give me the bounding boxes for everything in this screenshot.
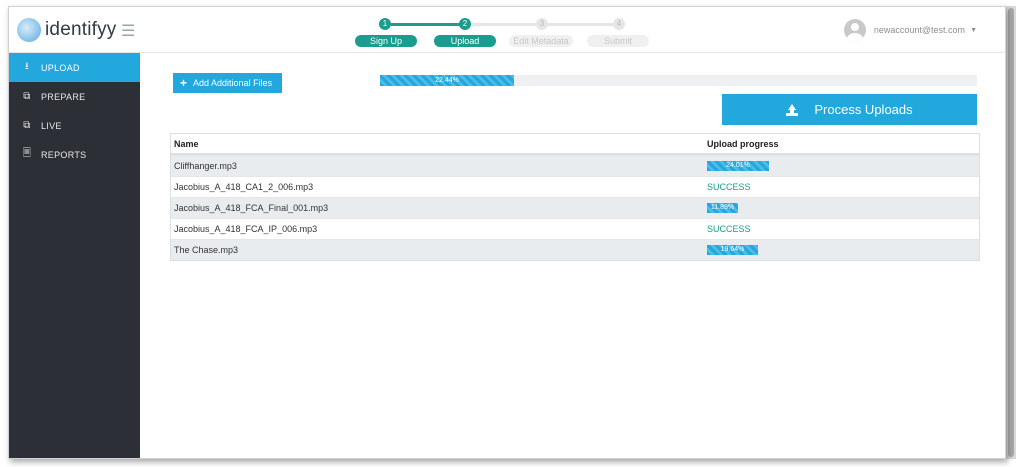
table-row[interactable]: Jacobius_A_418_FCA_IP_006.mp3 SUCCESS	[171, 218, 979, 239]
step-label: Upload	[434, 35, 496, 47]
file-progress: 19.64%	[705, 245, 979, 255]
upload-icon: ⭳	[25, 61, 29, 72]
logo-text: identifyy	[45, 19, 117, 40]
file-progress-fill: 19.64%	[707, 245, 758, 255]
file-progress: SUCCESS	[705, 224, 979, 234]
step-label: Edit Metadata	[509, 35, 573, 47]
file-progress-fill: 11.89%	[707, 203, 738, 213]
step-label: Submit	[587, 35, 649, 47]
add-additional-files-button[interactable]: + Add Additional Files	[173, 73, 282, 93]
copy-icon: ⧉	[23, 120, 31, 131]
step-connector-done	[391, 23, 465, 26]
sidebar-item-reports[interactable]: 🗏 REPORTS	[9, 140, 140, 169]
step-number: 1	[379, 18, 391, 30]
file-progress: 11.89%	[705, 203, 979, 213]
upload-status: SUCCESS	[707, 182, 751, 192]
table-row[interactable]: Cliffhanger.mp3 24.01%	[171, 155, 979, 176]
menu-toggle-icon[interactable]: ☰	[121, 21, 135, 41]
upload-icon	[786, 103, 798, 116]
table-header: Name Upload progress	[171, 134, 979, 155]
step-label: Sign Up	[355, 35, 417, 47]
table-row[interactable]: Jacobius_A_418_FCA_Final_001.mp3 11.89%	[171, 197, 979, 218]
page-scrollbar[interactable]	[1006, 6, 1016, 459]
table-row[interactable]: Jacobius_A_418_CA1_2_006.mp3 SUCCESS	[171, 176, 979, 197]
logo-mark-icon	[17, 18, 41, 42]
overall-progress-bar: 22.44%	[380, 75, 977, 86]
step-number: 2	[459, 18, 471, 30]
file-progress-bar: 11.89%	[707, 203, 769, 213]
sidebar-item-prepare[interactable]: ⧉ PREPARE	[9, 82, 140, 111]
table-row[interactable]: The Chase.mp3 19.64%	[171, 239, 979, 260]
sidebar-item-label: UPLOAD	[41, 62, 80, 73]
main-content: + Add Additional Files 22.44% Process Up…	[140, 53, 1005, 458]
file-name: Jacobius_A_418_FCA_Final_001.mp3	[174, 203, 329, 213]
file-progress: SUCCESS	[705, 182, 979, 192]
step-number: 3	[536, 18, 548, 30]
step-number: 4	[613, 18, 625, 30]
file-name: The Chase.mp3	[174, 245, 239, 255]
file-progress-bar: 24.01%	[707, 161, 769, 171]
column-header-name: Name	[174, 138, 199, 149]
copy-icon: ⧉	[23, 91, 31, 102]
add-files-label: Add Additional Files	[193, 78, 273, 88]
sidebar-item-label: REPORTS	[41, 149, 87, 160]
top-header: identifyy ☰ 1 Sign Up 2 Upload 3 Edit Me…	[9, 7, 1005, 53]
sidebar-item-label: LIVE	[41, 120, 62, 131]
process-uploads-label: Process Uploads	[814, 102, 913, 117]
avatar	[843, 19, 866, 41]
process-uploads-button[interactable]: Process Uploads	[722, 94, 977, 125]
file-name: Cliffhanger.mp3	[174, 161, 237, 171]
file-progress-bar: 19.64%	[707, 245, 769, 255]
progress-stepper: 1 Sign Up 2 Upload 3 Edit Metadata 4 Sub…	[347, 15, 649, 49]
file-progress: 24.01%	[705, 161, 979, 171]
uploads-table: Name Upload progress Cliffhanger.mp3 24.…	[170, 133, 980, 261]
scrollbar-thumb[interactable]	[1008, 8, 1014, 457]
file-progress-fill: 24.01%	[707, 161, 769, 171]
sidebar: ⭳ UPLOAD ⧉ PREPARE ⧉ LIVE 🗏 REPORTS	[9, 53, 140, 458]
sidebar-item-upload[interactable]: ⭳ UPLOAD	[9, 53, 140, 82]
user-menu[interactable]: newaccount@test.com ▼	[843, 18, 977, 42]
upload-status: SUCCESS	[707, 224, 751, 234]
chevron-down-icon: ▼	[970, 26, 977, 34]
overall-progress-fill: 22.44%	[380, 75, 514, 86]
file-name: Jacobius_A_418_FCA_IP_006.mp3	[174, 224, 318, 234]
document-icon: 🗏	[22, 148, 32, 159]
sidebar-item-label: PREPARE	[41, 91, 86, 102]
column-header-progress: Upload progress	[707, 138, 779, 149]
user-email: newaccount@test.com	[873, 25, 966, 35]
file-name: Jacobius_A_418_CA1_2_006.mp3	[174, 182, 314, 192]
plus-icon: +	[180, 76, 188, 90]
app-window: identifyy ☰ 1 Sign Up 2 Upload 3 Edit Me…	[8, 6, 1006, 459]
sidebar-item-live[interactable]: ⧉ LIVE	[9, 111, 140, 140]
